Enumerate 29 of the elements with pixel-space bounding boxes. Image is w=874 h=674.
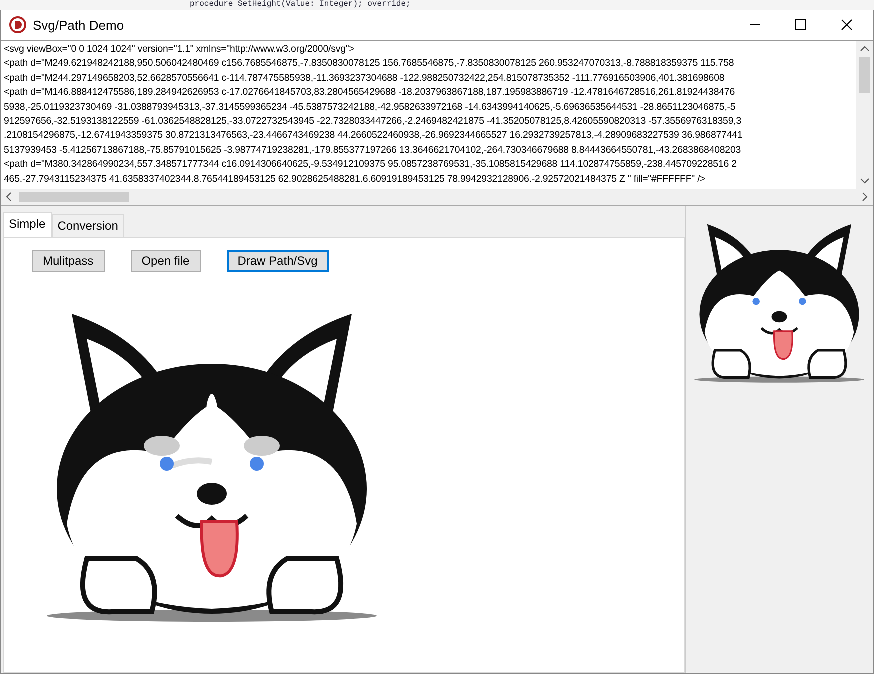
close-icon[interactable] [841,19,853,31]
code-line: procedure SetHeight(Value: Integer); override; [190,0,411,10]
app-logo-icon [9,16,27,34]
horizontal-scrollbar[interactable] [1,189,873,205]
memo-line: 5938,-25.0119323730469 -31.0388793945313,-37.3145599365234 -45.5387573242188,-42.9582633972168 -14.6343994140625,-5.69636535644531 -28.8651123046875,-5 [4,100,737,115]
tab[interactable]: Simple [3,212,52,237]
memo-line: <svg viewBox="0 0 1024 1024" version="1.1" xmlns="http://www.w3.org/2000/svg"> [4,43,356,57]
push-button[interactable]: Mulitpass [32,250,105,272]
scroll-up-icon[interactable] [860,45,870,53]
memo-line: 5137939453 -5.41256713867188,-75.85791015625 -3.98774719238281,-179.855377197266 13.3646621704102,-264.730346679688 8.84443664550781,-43.2683868408203 [4,144,742,158]
maximize-icon[interactable] [795,19,807,31]
memo-line: .2108154296875,-12.6741943359375 30.8721313476563,-23.4466743469238 44.2660522460938,-26.9692344665527 16.2932739257813,-4.28909683227539 36.986877441 [4,129,744,144]
scroll-down-icon[interactable] [860,177,870,185]
tab[interactable]: Conversion [52,214,124,237]
window-title: Svg/Path Demo [33,18,124,32]
memo-line: 465.-27.7943115234375 41.6358337402344.8.76544189453125 62.9028625488281.6.60919189453125 78.9942932128906.-2.92572021484375 Z " fill="#FFFFFF" /> [4,172,707,187]
push-button[interactable]: Open file [130,250,201,272]
memo-line: <path d="M249.621948242188,950.506042480469 c156.7685546875,-7.8350830078125 156.7685546875,-7.8350830078125 260.953247070313,-8.788818359375 115.758 [4,57,736,72]
scroll-thumb[interactable] [859,57,870,93]
memo-line: 912597656,-32.5193138122559 -61.0362548828125,-33.0722732543945 -22.7328033447266,-2.2469482421875 -41.35205078125,8.42605590820313 -57.3556976318359,3 [4,115,742,130]
vertical-scrollbar[interactable] [856,41,873,189]
memo-line: <path d="M380.342864990234,557.348571777344 c16.0914306640625,-9.534912109375 95.0857238769531,-35.1085815429688 114.102874755859,-238.445709228516 2 [4,158,738,172]
memo-line: <path d="M146.888412475586,189.284942626953 c-17.0276641845703,83.2804565429688 -18.2037963867188,187.195983886719 -12.4781646728516,261.81924438476 [4,86,736,100]
scroll-right-icon[interactable] [861,192,869,202]
memo-line: <path d="M244.297149658203,52.6628570556641 c-114.787475585938,-11.3693237304688 -122.988250732422,254.815078735352 -111.776916503906,401.381698608 [4,72,726,86]
text-memo[interactable] [1,40,873,206]
scroll-thumb[interactable] [19,192,129,202]
push-button[interactable]: Draw Path/Svg [226,250,329,272]
scroll-left-icon[interactable] [5,192,13,202]
